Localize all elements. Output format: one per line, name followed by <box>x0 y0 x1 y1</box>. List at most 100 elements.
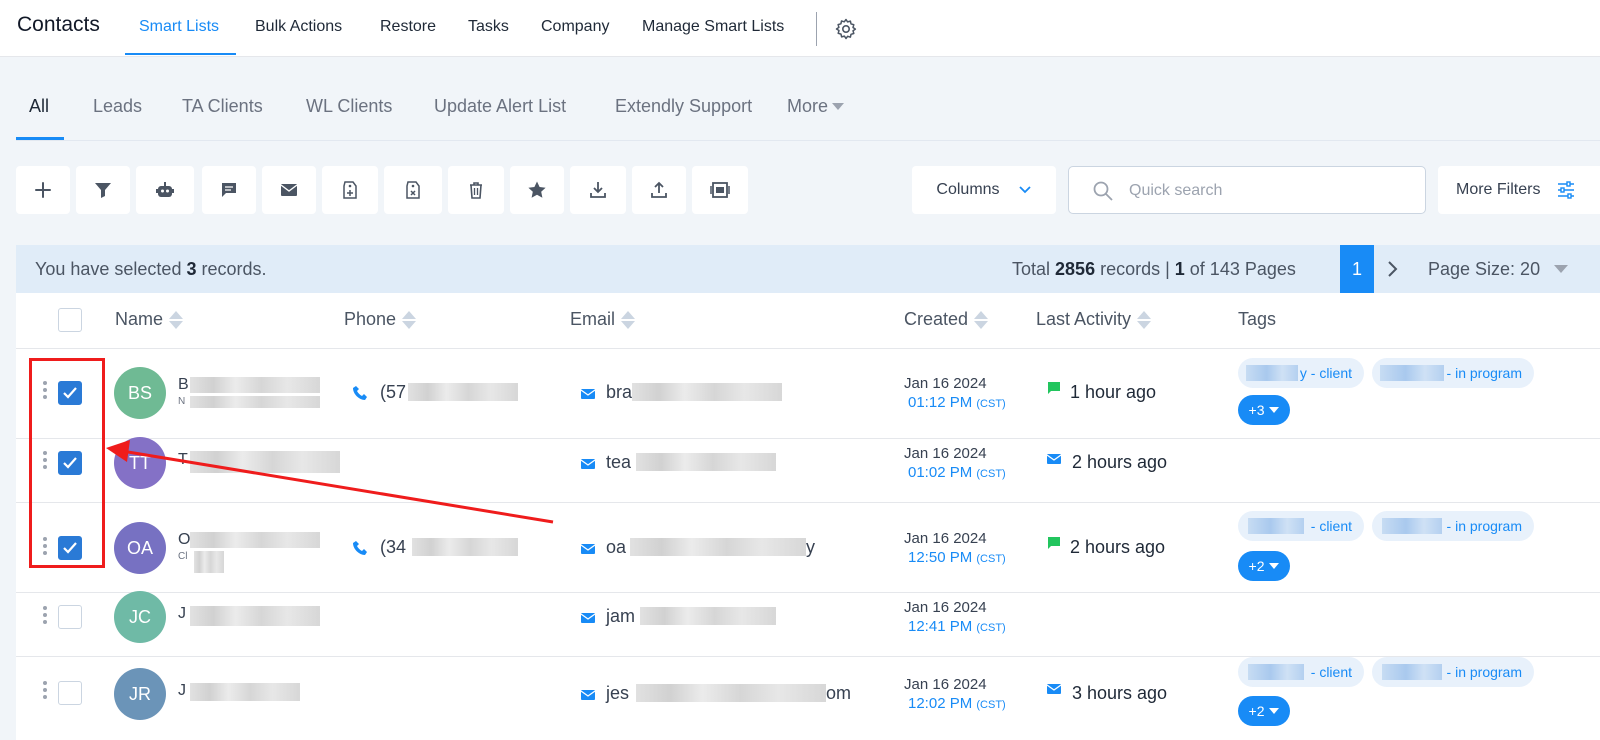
redacted-email <box>640 607 776 625</box>
columns-label: Columns <box>936 181 1000 198</box>
drag-handle-icon[interactable] <box>43 681 49 701</box>
tag-chip[interactable]: - in program <box>1372 657 1534 687</box>
avatar[interactable]: BS <box>114 367 166 419</box>
table-row[interactable]: JC J jam Jan 16 2024 12:41 PM (CST) <box>16 591 1600 657</box>
column-header-name[interactable]: Name <box>115 309 184 330</box>
sort-icon <box>974 310 989 329</box>
email-address[interactable]: jam <box>606 606 635 627</box>
tab-tasks[interactable]: Tasks <box>468 18 509 36</box>
delete-button[interactable] <box>448 166 504 214</box>
tag-label: y - client <box>1299 365 1352 381</box>
contact-name[interactable]: O <box>178 531 190 549</box>
redacted-subtext <box>194 551 224 573</box>
more-tags-count: +3 <box>1248 402 1265 418</box>
email-address[interactable]: bra <box>606 382 632 403</box>
filter-button[interactable] <box>76 166 130 214</box>
export-button[interactable] <box>570 166 626 214</box>
tab-restore[interactable]: Restore <box>380 18 436 36</box>
tag-chip[interactable]: y - client <box>1238 358 1364 388</box>
sort-icon <box>169 310 184 329</box>
add-tag-button[interactable] <box>322 166 378 214</box>
redacted-name <box>190 683 300 701</box>
table-row[interactable]: TT T tea Jan 16 2024 01:02 PM (CST) 2 ho… <box>16 437 1600 503</box>
import-button[interactable] <box>632 166 686 214</box>
phone-number[interactable]: (34 <box>380 537 406 558</box>
tag-label: - client <box>1310 518 1352 534</box>
more-label: More <box>787 96 829 116</box>
subtab-ta-clients[interactable]: TA Clients <box>182 96 263 117</box>
select-all-checkbox[interactable] <box>58 308 82 332</box>
timezone: (CST) <box>976 622 1006 634</box>
sort-icon <box>621 310 636 329</box>
gear-icon[interactable] <box>834 17 858 41</box>
subtab-more[interactable]: More <box>787 96 845 117</box>
avatar[interactable]: JC <box>114 591 166 643</box>
table-row[interactable]: BS B N (57 bra Jan 16 2024 01:12 PM (CST… <box>16 349 1600 439</box>
more-tags-button[interactable]: +2 <box>1238 551 1290 581</box>
chat-icon <box>1048 537 1060 549</box>
selected-count: 3 <box>186 259 197 279</box>
tab-bulk-actions[interactable]: Bulk Actions <box>255 18 342 36</box>
more-tags-button[interactable]: +2 <box>1238 696 1290 726</box>
tag-chip[interactable]: y - in program <box>1372 358 1534 388</box>
subtab-update-alert-list[interactable]: Update Alert List <box>434 96 566 117</box>
avatar[interactable]: TT <box>114 437 166 489</box>
more-filters-button[interactable]: More Filters <box>1438 166 1600 214</box>
selection-suffix: records. <box>196 259 267 279</box>
top-nav: Contacts Smart Lists Bulk Actions Restor… <box>0 0 1600 57</box>
tag-chip[interactable]: - client <box>1238 511 1364 541</box>
workflow-button[interactable] <box>136 166 194 214</box>
send-sms-button[interactable] <box>202 166 256 214</box>
tab-smart-lists[interactable]: Smart Lists <box>139 18 219 36</box>
tab-company[interactable]: Company <box>541 18 609 36</box>
page-size-select[interactable]: Page Size: 20 <box>1428 259 1569 280</box>
more-tags-button[interactable]: +3 <box>1238 395 1290 425</box>
phone-number[interactable]: (57 <box>380 382 406 403</box>
page-button-current[interactable]: 1 <box>1340 245 1374 293</box>
column-header-phone[interactable]: Phone <box>344 309 417 330</box>
search-input[interactable] <box>1129 179 1409 203</box>
drag-handle-icon[interactable] <box>43 606 49 626</box>
send-email-button[interactable] <box>262 166 316 214</box>
column-header-created[interactable]: Created <box>904 309 989 330</box>
redacted-name <box>190 606 320 626</box>
table-row[interactable]: JR J jes om Jan 16 2024 12:02 PM (CST) 3… <box>16 657 1600 740</box>
email-address[interactable]: tea <box>606 452 631 473</box>
table-row[interactable]: OA O Cl (34 oa y Jan 16 2024 12:50 PM (C… <box>16 503 1600 593</box>
time-value: 01:12 PM <box>908 394 973 411</box>
avatar[interactable]: OA <box>114 522 166 574</box>
column-header-email[interactable]: Email <box>570 309 636 330</box>
add-contact-button[interactable] <box>16 166 70 214</box>
subtab-extendly-support[interactable]: Extendly Support <box>615 96 752 117</box>
add-tag-icon <box>343 181 357 199</box>
subtab-leads[interactable]: Leads <box>93 96 142 117</box>
tag-chip[interactable]: - client <box>1238 657 1364 687</box>
remove-tag-button[interactable] <box>384 166 442 214</box>
columns-dropdown[interactable]: Columns <box>912 166 1056 214</box>
redacted-phone <box>408 383 518 401</box>
email-address[interactable]: oa <box>606 537 626 558</box>
tag-chip[interactable]: - in program <box>1372 511 1534 541</box>
contact-name[interactable]: J <box>178 682 186 700</box>
contact-name[interactable]: J <box>178 605 186 623</box>
chevron-right-icon[interactable] <box>1382 258 1402 280</box>
contact-name[interactable]: T <box>178 451 188 469</box>
robot-icon <box>156 182 174 197</box>
selection-bar: You have selected 3 records. Total 2856 … <box>16 245 1600 293</box>
page-suffix: of 143 Pages <box>1184 259 1296 279</box>
avatar[interactable]: JR <box>114 668 166 720</box>
row-checkbox[interactable] <box>58 605 82 629</box>
tab-manage-smart-lists[interactable]: Manage Smart Lists <box>642 18 784 36</box>
time-value: 01:02 PM <box>908 464 973 481</box>
timezone: (CST) <box>976 398 1006 410</box>
row-checkbox[interactable] <box>58 681 82 705</box>
email-address[interactable]: jes <box>606 683 629 704</box>
merge-button[interactable] <box>692 166 748 214</box>
contact-name[interactable]: B <box>178 376 189 394</box>
column-header-last-activity[interactable]: Last Activity <box>1036 309 1152 330</box>
chevron-down-icon <box>832 103 845 110</box>
last-activity: 1 hour ago <box>1070 382 1157 402</box>
subtab-all[interactable]: All <box>29 96 49 117</box>
subtab-wl-clients[interactable]: WL Clients <box>306 96 392 117</box>
review-button[interactable] <box>510 166 564 214</box>
